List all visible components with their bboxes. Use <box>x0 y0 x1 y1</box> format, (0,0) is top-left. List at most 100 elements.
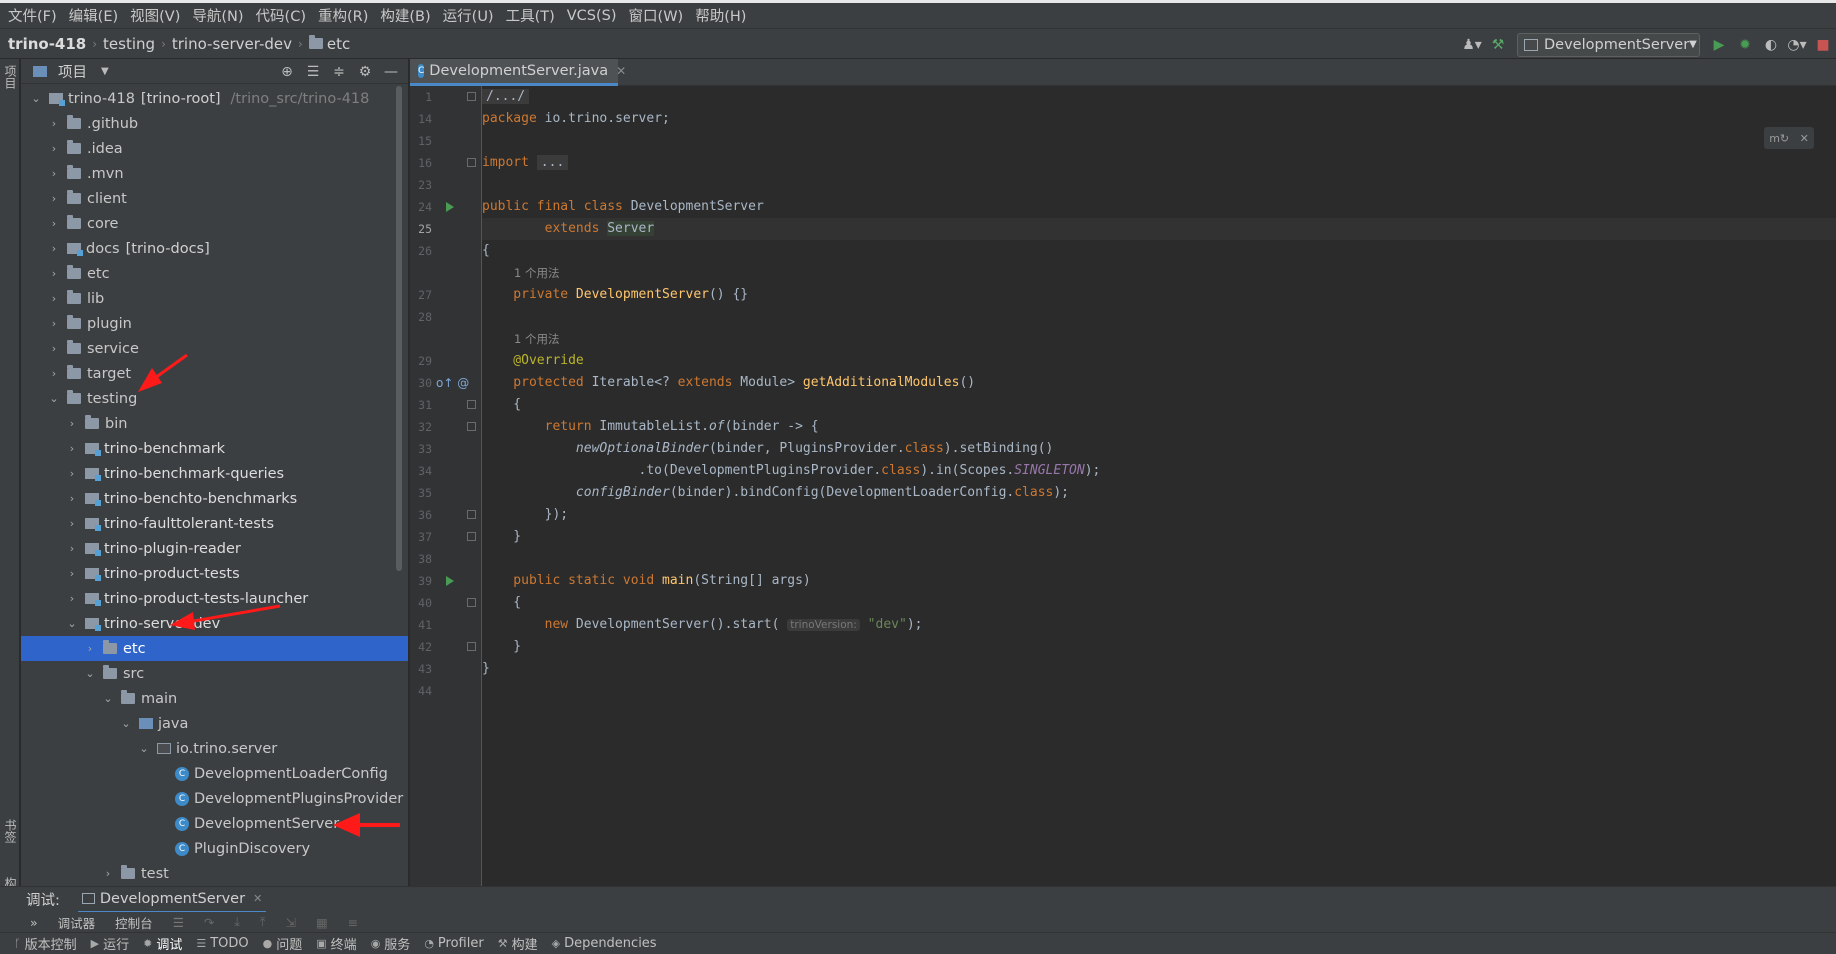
tree-row[interactable]: ›CDevelopmentPluginsProvider <box>21 786 408 811</box>
usage-hint[interactable]: 1 个用法 <box>514 328 559 350</box>
chevron-right-icon[interactable]: › <box>47 242 61 255</box>
coverage-icon[interactable]: ◐ <box>1760 34 1782 56</box>
tree-row[interactable]: › etc <box>21 261 408 286</box>
editor-gutter[interactable]: 1 14 15 16 23 24 25 26 27 28 29 30 31 32 33 34 35 36 37 38 3… <box>410 86 482 886</box>
project-tree-scrollbar[interactable] <box>396 86 402 571</box>
tool-dependencies[interactable]: ◈ Dependencies <box>552 936 657 951</box>
step-out-icon[interactable]: ⤒ <box>260 914 266 930</box>
threads-icon[interactable]: ≡ <box>348 915 358 930</box>
tree-row[interactable]: › plugin <box>21 311 408 336</box>
menu-navigate[interactable]: 导航(N) <box>186 5 249 26</box>
chevron-down-icon[interactable]: ⌄ <box>65 617 79 630</box>
tool-debug[interactable]: ✹ 调试 <box>143 934 182 953</box>
tree-row[interactable]: › .mvn <box>21 161 408 186</box>
project-tool-button[interactable]: 项目 <box>2 65 19 89</box>
chevron-right-icon[interactable]: › <box>47 167 61 180</box>
chevron-right-icon[interactable]: › <box>47 192 61 205</box>
tree-row[interactable]: › bin <box>21 411 408 436</box>
step-into-icon[interactable]: ⤓ <box>234 914 240 930</box>
tree-row[interactable]: › trino-benchto-benchmarks <box>21 486 408 511</box>
chevron-right-icon[interactable]: › <box>65 517 79 530</box>
maven-reload-icon[interactable]: m↻ <box>1769 132 1789 145</box>
tree-row[interactable]: › core <box>21 211 408 236</box>
tree-row[interactable]: › trino-benchmark-queries <box>21 461 408 486</box>
close-icon[interactable]: ✕ <box>616 64 626 78</box>
expand-all-icon[interactable]: ☰ <box>300 64 326 80</box>
menu-refactor[interactable]: 重构(R) <box>312 5 374 26</box>
chevron-right-icon[interactable]: › <box>65 467 79 480</box>
evaluate-icon[interactable]: ▦ <box>316 915 328 930</box>
chevron-down-icon[interactable]: ⌄ <box>47 392 61 405</box>
run-to-cursor-icon[interactable]: ⇲ <box>285 915 295 930</box>
chevron-right-icon[interactable]: › <box>65 492 79 505</box>
tool-profiler[interactable]: ◔ Profiler <box>424 936 483 951</box>
bookmarks-tool-button[interactable]: 书签 <box>2 819 19 843</box>
chevron-down-icon[interactable]: ⌄ <box>101 692 115 705</box>
menu-file[interactable]: 文件(F) <box>2 5 63 26</box>
chevron-right-icon[interactable]: › <box>47 292 61 305</box>
tool-run[interactable]: ▶ 运行 <box>91 934 129 953</box>
menu-edit[interactable]: 编辑(E) <box>63 5 124 26</box>
run-icon[interactable]: ▶ <box>1708 34 1730 56</box>
tree-row[interactable]: › trino-product-tests-launcher <box>21 586 408 611</box>
tree-row[interactable]: ⌄ java <box>21 711 408 736</box>
tool-vcs[interactable]: ᚴ 版本控制 <box>14 934 77 953</box>
tree-row[interactable]: › .github <box>21 111 408 136</box>
fold-marker-icon[interactable] <box>467 642 476 651</box>
chevron-right-icon[interactable]: › <box>47 217 61 230</box>
breadcrumb-module[interactable]: trino-server-dev <box>172 35 292 53</box>
chevron-down-icon[interactable]: ⌄ <box>83 667 97 680</box>
menu-code[interactable]: 代码(C) <box>250 5 312 26</box>
restore-icon[interactable]: » <box>30 915 38 930</box>
locate-icon[interactable]: ⊕ <box>274 64 300 80</box>
minimize-icon[interactable]: — <box>378 64 404 80</box>
chevron-right-icon[interactable]: › <box>47 142 61 155</box>
chevron-right-icon[interactable]: › <box>83 642 97 655</box>
breadcrumb-etc[interactable]: etc <box>327 35 350 53</box>
chevron-down-icon[interactable]: ⌄ <box>119 717 133 730</box>
tree-row[interactable]: › client <box>21 186 408 211</box>
chevron-down-icon[interactable]: ⌄ <box>29 92 43 105</box>
tool-services[interactable]: ◉ 服务 <box>371 934 411 953</box>
fold-marker-icon[interactable] <box>467 400 476 409</box>
chevron-down-icon[interactable]: ▼ <box>101 66 109 77</box>
chevron-right-icon[interactable]: › <box>65 567 79 580</box>
editor-tab-developmentserver[interactable]: C DevelopmentServer.java ✕ <box>410 59 626 86</box>
fold-marker-icon[interactable] <box>467 598 476 607</box>
list-icon[interactable]: ☰ <box>173 915 184 930</box>
chevron-right-icon[interactable]: › <box>65 417 79 430</box>
tree-row[interactable]: ⌄ testing <box>21 386 408 411</box>
tree-row[interactable]: › trino-benchmark <box>21 436 408 461</box>
chevron-right-icon[interactable]: › <box>47 317 61 330</box>
close-icon[interactable]: ✕ <box>1800 132 1809 145</box>
tree-row[interactable]: › lib <box>21 286 408 311</box>
tree-row[interactable]: › .idea <box>21 136 408 161</box>
usage-hint[interactable]: 1 个用法 <box>514 262 559 284</box>
chevron-right-icon[interactable]: › <box>65 442 79 455</box>
tree-row[interactable]: ⌄ src <box>21 661 408 686</box>
tool-problems[interactable]: ● 问题 <box>263 934 303 953</box>
chevron-right-icon[interactable]: › <box>101 867 115 880</box>
breadcrumb-testing[interactable]: testing <box>103 35 155 53</box>
chevron-right-icon[interactable]: › <box>47 267 61 280</box>
chevron-right-icon[interactable]: › <box>47 117 61 130</box>
tree-row[interactable]: › trino-faulttolerant-tests <box>21 511 408 536</box>
tree-row[interactable]: › service <box>21 336 408 361</box>
fold-marker-icon[interactable] <box>467 158 476 167</box>
tree-row[interactable]: ⌄ main <box>21 686 408 711</box>
tree-row[interactable]: ⌄ trino-418 [trino-root] /trino_src/trino-4… <box>21 86 408 111</box>
close-icon[interactable]: ✕ <box>253 892 262 905</box>
chevron-right-icon[interactable]: › <box>65 592 79 605</box>
fold-marker-icon[interactable] <box>467 532 476 541</box>
override-gutter-icon[interactable]: ο↑ @ <box>436 372 469 394</box>
profiler-icon[interactable]: ◔▾ <box>1786 34 1808 56</box>
chevron-right-icon[interactable]: › <box>65 542 79 555</box>
run-configuration-select[interactable]: DevelopmentServer ▼ <box>1517 32 1700 57</box>
run-gutter-icon[interactable] <box>446 576 454 586</box>
chevron-right-icon[interactable]: › <box>47 367 61 380</box>
menu-run[interactable]: 运行(U) <box>437 5 500 26</box>
run-gutter-icon[interactable] <box>446 202 454 212</box>
stop-icon[interactable]: ■ <box>1812 34 1834 56</box>
gear-icon[interactable]: ⚙ <box>352 64 378 80</box>
menu-vcs[interactable]: VCS(S) <box>561 8 623 24</box>
